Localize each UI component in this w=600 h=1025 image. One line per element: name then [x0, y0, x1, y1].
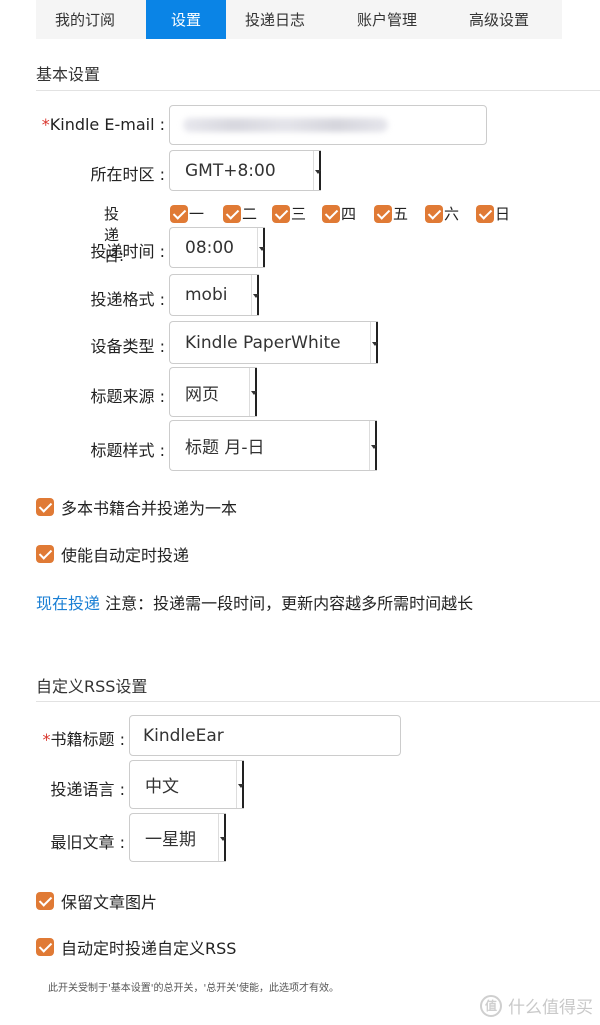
checkbox-checked-icon	[322, 204, 340, 223]
chevron-down-icon	[257, 228, 265, 267]
title-style-label: 标题样式 :	[90, 441, 165, 460]
chevron-down-icon	[370, 322, 378, 363]
chevron-down-icon	[313, 151, 321, 190]
day-label: 四	[341, 205, 357, 223]
timezone-label: 所在时区 :	[90, 165, 165, 184]
delivery-notice: 现在投递 注意：投递需一段时间，更新内容越多所需时间越长	[36, 590, 473, 614]
tab-settings[interactable]: 设置	[146, 0, 226, 39]
chevron-down-icon	[369, 421, 377, 470]
checkbox-checked-icon	[272, 204, 290, 223]
chevron-down-icon	[251, 275, 259, 315]
rss-footnote: 此开关受制于'基本设置'的总开关，'总开关'使能，此选项才有效。	[48, 983, 339, 994]
tab-delivery-log[interactable]: 投递日志	[226, 0, 338, 39]
kindle-email-label: *Kindle E-mail :	[41, 115, 165, 134]
device-type-label: 设备类型 :	[90, 337, 165, 356]
chevron-down-icon	[218, 814, 226, 861]
chevron-down-icon	[249, 368, 257, 416]
language-select[interactable]: 中文	[129, 760, 244, 809]
auto-delivery-checkbox[interactable]: 使能自动定时投递	[36, 542, 189, 566]
timezone-select[interactable]: GMT+8:00	[169, 150, 321, 191]
required-mark: *	[42, 730, 51, 749]
day-label: 一	[189, 205, 205, 223]
delivery-time-label: 投递时间 :	[90, 242, 165, 261]
day-checkbox-tue[interactable]: 二	[223, 203, 257, 224]
day-label: 三	[291, 205, 307, 223]
section-divider	[36, 701, 600, 702]
day-checkbox-sat[interactable]: 六	[425, 203, 459, 224]
day-checkbox-thu[interactable]: 四	[322, 203, 356, 224]
checkbox-checked-icon	[36, 545, 54, 563]
section-title-basic: 基本设置	[36, 65, 101, 84]
deliver-now-link[interactable]: 现在投递	[36, 594, 100, 613]
tab-advanced-settings[interactable]: 高级设置	[450, 0, 562, 39]
checkbox-checked-icon	[36, 938, 54, 956]
checkbox-checked-icon	[36, 892, 54, 910]
kindle-email-input[interactable]	[169, 105, 487, 145]
notice-text: 注意：投递需一段时间，更新内容越多所需时间越长	[100, 594, 474, 613]
tab-account-management[interactable]: 账户管理	[338, 0, 450, 39]
required-mark: *	[41, 115, 50, 134]
book-title-input[interactable]: KindleEar	[129, 715, 401, 756]
merge-books-label: 多本书籍合并投递为一本	[61, 499, 238, 518]
oldest-article-select[interactable]: 一星期	[129, 813, 226, 862]
keep-images-label: 保留文章图片	[61, 893, 158, 912]
keep-images-checkbox[interactable]: 保留文章图片	[36, 889, 157, 913]
checkbox-checked-icon	[374, 204, 392, 223]
checkbox-checked-icon	[36, 498, 54, 516]
day-label: 二	[242, 205, 258, 223]
delivery-format-label: 投递格式 :	[90, 290, 165, 309]
auto-delivery-label: 使能自动定时投递	[61, 546, 190, 565]
day-checkbox-wed[interactable]: 三	[272, 203, 306, 224]
checkbox-checked-icon	[170, 204, 188, 223]
title-source-select[interactable]: 网页	[169, 367, 257, 417]
chevron-down-icon	[236, 761, 244, 808]
watermark: 值 什么值得买	[480, 993, 593, 1018]
day-checkbox-mon[interactable]: 一	[170, 203, 204, 224]
day-label: 日	[495, 205, 511, 223]
language-label: 投递语言 :	[50, 780, 125, 799]
oldest-article-label: 最旧文章 :	[50, 833, 125, 852]
day-label: 五	[393, 205, 409, 223]
tab-my-subscriptions[interactable]: 我的订阅	[36, 0, 146, 39]
section-title-rss: 自定义RSS设置	[36, 677, 148, 696]
checkbox-checked-icon	[425, 204, 443, 223]
top-tab-bar: 我的订阅 设置 投递日志 账户管理 高级设置	[36, 0, 562, 39]
checkbox-checked-icon	[223, 204, 241, 223]
checkbox-checked-icon	[476, 204, 494, 223]
device-type-select[interactable]: Kindle PaperWhite	[169, 321, 378, 364]
title-style-select[interactable]: 标题 月-日	[169, 420, 377, 471]
book-title-label: *书籍标题 :	[42, 730, 125, 749]
section-divider	[36, 90, 600, 91]
delivery-time-select[interactable]: 08:00	[169, 227, 265, 268]
watermark-text: 什么值得买	[508, 998, 593, 1018]
delivery-format-select[interactable]: mobi	[169, 274, 259, 316]
title-source-label: 标题来源 :	[90, 387, 165, 406]
auto-rss-checkbox[interactable]: 自动定时投递自定义RSS	[36, 935, 236, 959]
auto-rss-label: 自动定时投递自定义RSS	[61, 939, 237, 958]
merge-books-checkbox[interactable]: 多本书籍合并投递为一本	[36, 495, 237, 519]
redacted-email	[183, 118, 388, 132]
day-checkbox-fri[interactable]: 五	[374, 203, 408, 224]
day-label: 六	[444, 205, 460, 223]
day-checkbox-sun[interactable]: 日	[476, 203, 510, 224]
watermark-logo-icon: 值	[480, 994, 502, 1017]
